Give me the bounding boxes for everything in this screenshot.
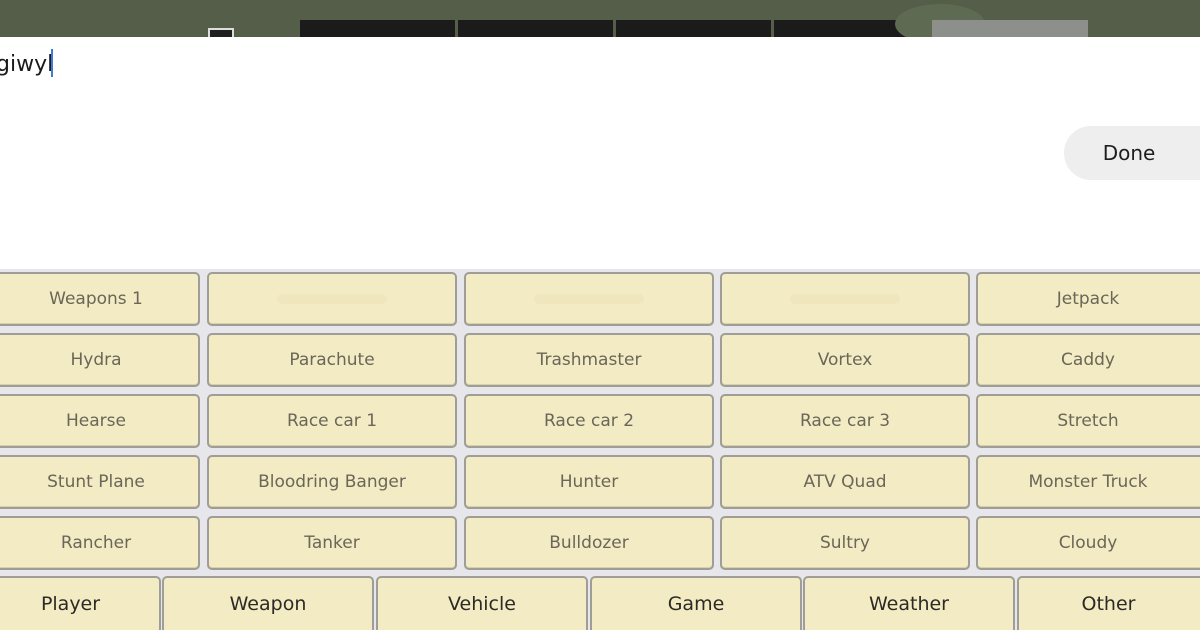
tab-label: Player — [40, 593, 101, 615]
cheat-key-bloodring-banger[interactable]: Bloodring Banger — [207, 455, 457, 509]
cheat-key-label: Bloodring Banger — [258, 472, 406, 492]
cheat-key-monster-truck[interactable]: Monster Truck — [976, 455, 1200, 509]
cheat-key-label: ATV Quad — [803, 472, 887, 492]
cheat-key-label: Cloudy — [1058, 533, 1118, 553]
tab-label: Weapon — [229, 593, 307, 615]
cheat-key-label: Stunt Plane — [47, 472, 145, 492]
tab-weapon[interactable]: Weapon — [162, 576, 374, 630]
cheat-key-caddy[interactable]: Caddy — [976, 333, 1200, 387]
cheat-key-label: Race car 2 — [543, 411, 635, 431]
cheat-key-race-car-2[interactable]: Race car 2 — [464, 394, 714, 448]
cheat-key-trashmaster[interactable]: Trashmaster — [464, 333, 714, 387]
cheat-key-label: Caddy — [1061, 350, 1115, 370]
cheat-key-jetpack[interactable]: Jetpack — [976, 272, 1200, 326]
tab-label: Weather — [869, 593, 949, 615]
cheat-key-label: Weapons 1 — [49, 289, 143, 309]
hud-cell — [616, 20, 771, 38]
cheat-key-sultry[interactable]: Sultry — [720, 516, 970, 570]
tab-other[interactable]: Other — [1017, 576, 1200, 630]
tab-player[interactable]: Player — [0, 576, 161, 630]
faded-label — [534, 294, 644, 304]
cheat-key-label: Vortex — [817, 350, 873, 370]
cheat-key-label: Stretch — [1057, 411, 1119, 431]
cheat-key-label: Trashmaster — [536, 350, 642, 370]
input-panel: Done — [0, 37, 1200, 269]
cheat-key-bulldozer[interactable]: Bulldozer — [464, 516, 714, 570]
cheat-key-label: Hydra — [70, 350, 122, 370]
cheat-key-weapons-1[interactable]: Weapons 1 — [0, 272, 200, 326]
done-button-label: Done — [1102, 141, 1156, 165]
cheat-key-race-car-1[interactable]: Race car 1 — [207, 394, 457, 448]
cheat-key-label: Monster Truck — [1028, 472, 1148, 492]
cheat-key-hydra[interactable]: Hydra — [0, 333, 200, 387]
tab-label: Other — [1081, 593, 1136, 615]
tab-label: Game — [667, 593, 725, 615]
tab-game[interactable]: Game — [590, 576, 802, 630]
cheat-key-blank[interactable] — [464, 272, 714, 326]
cheat-key-label: Race car 3 — [799, 411, 891, 431]
cheat-key-blank[interactable] — [720, 272, 970, 326]
cheat-key-vortex[interactable]: Vortex — [720, 333, 970, 387]
cheat-key-atv-quad[interactable]: ATV Quad — [720, 455, 970, 509]
done-button[interactable]: Done — [1064, 126, 1200, 180]
cheat-key-label: Parachute — [289, 350, 375, 370]
cheat-key-rancher[interactable]: Rancher — [0, 516, 200, 570]
cheat-key-race-car-3[interactable]: Race car 3 — [720, 394, 970, 448]
cheat-key-label: Tanker — [304, 533, 360, 553]
cheat-key-blank[interactable] — [207, 272, 457, 326]
text-caret — [51, 49, 53, 77]
hud-cell — [300, 20, 455, 38]
cheat-key-parachute[interactable]: Parachute — [207, 333, 457, 387]
tab-label: Vehicle — [448, 593, 516, 615]
cheat-key-label: Hunter — [559, 472, 619, 492]
faded-label — [790, 294, 900, 304]
cheat-key-label: Jetpack — [1056, 289, 1120, 309]
tab-weather[interactable]: Weather — [803, 576, 1015, 630]
cheat-key-label: Sultry — [819, 533, 870, 553]
cheat-key-label: Bulldozer — [549, 533, 629, 553]
cheat-key-hearse[interactable]: Hearse — [0, 394, 200, 448]
cheat-key-cloudy[interactable]: Cloudy — [976, 516, 1200, 570]
cheat-key-stretch[interactable]: Stretch — [976, 394, 1200, 448]
cheat-input[interactable] — [0, 47, 696, 81]
hud-cell — [932, 20, 1088, 38]
faded-label — [277, 294, 387, 304]
cheat-key-hunter[interactable]: Hunter — [464, 455, 714, 509]
hud-cell — [458, 20, 613, 38]
tab-vehicle[interactable]: Vehicle — [376, 576, 588, 630]
game-background — [0, 0, 1200, 38]
cheat-key-stunt-plane[interactable]: Stunt Plane — [0, 455, 200, 509]
cheat-key-label: Hearse — [66, 411, 126, 431]
cheat-key-tanker[interactable]: Tanker — [207, 516, 457, 570]
cheat-key-label: Rancher — [60, 533, 132, 553]
cheat-key-label: Race car 1 — [286, 411, 378, 431]
